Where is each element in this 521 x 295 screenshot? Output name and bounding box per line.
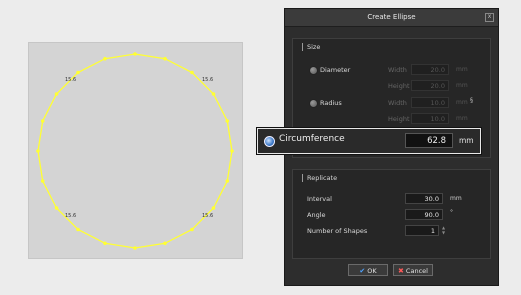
radius-height-label: Height	[388, 115, 410, 123]
vertex-node[interactable]	[40, 179, 45, 183]
circumference-field[interactable]: 62.8	[405, 133, 453, 148]
radius-width-field[interactable]: 10.0	[411, 97, 449, 108]
angle-field[interactable]: 90.0	[405, 209, 443, 220]
radius-height-field[interactable]: 10.0	[411, 113, 449, 124]
dimension-label-top-left: 15.6	[65, 77, 77, 83]
vertex-node[interactable]	[36, 149, 40, 153]
diameter-height-field[interactable]: 20.0	[411, 80, 449, 91]
vertex-node[interactable]	[54, 206, 59, 210]
dimension-label-bottom-right: 15.6	[202, 213, 214, 219]
diameter-width-unit: mm	[456, 66, 468, 73]
dialog-title: Create Ellipse	[367, 13, 416, 21]
vertex-node[interactable]	[225, 119, 230, 123]
diameter-label: Diameter	[320, 66, 351, 74]
vertex-node[interactable]	[40, 119, 45, 123]
cancel-button[interactable]: ✖ Cancel	[393, 264, 433, 276]
diameter-height-unit: mm	[456, 82, 468, 89]
radius-height-unit: mm	[456, 115, 468, 122]
cancel-button-label: Cancel	[405, 267, 428, 275]
circumference-label: Circumference	[279, 134, 345, 144]
vertex-node[interactable]	[103, 241, 107, 246]
diameter-height-label: Height	[388, 82, 410, 90]
vertex-node[interactable]	[225, 179, 230, 183]
replicate-group: Replicate Interval 30.0 mm Angle 90.0 ° …	[292, 169, 491, 259]
dialog-titlebar: Create Ellipse x	[285, 9, 498, 27]
number-of-shapes-stepper[interactable]: ▲ ▼	[441, 225, 446, 236]
ok-button[interactable]: ✔ OK	[348, 264, 388, 276]
vertex-node[interactable]	[163, 241, 167, 246]
number-of-shapes-label: Number of Shapes	[307, 227, 368, 235]
interval-label: Interval	[307, 195, 332, 203]
vertex-node[interactable]	[190, 227, 194, 232]
vertex-node[interactable]	[76, 227, 80, 232]
circle-shape[interactable]	[29, 43, 242, 258]
radius-width-label: Width	[388, 99, 407, 107]
cancel-x-icon: ✖	[398, 267, 404, 275]
vertex-node[interactable]	[133, 52, 137, 56]
radius-width-unit: mm	[456, 99, 468, 106]
close-icon[interactable]: x	[485, 13, 494, 22]
diameter-width-label: Width	[388, 66, 407, 74]
replicate-group-title: Replicate	[302, 174, 337, 182]
circumference-unit: mm	[459, 136, 474, 145]
angle-unit: °	[450, 209, 453, 216]
radius-radio[interactable]	[309, 99, 318, 108]
vertex-node[interactable]	[133, 246, 137, 250]
vertex-node[interactable]	[230, 149, 234, 153]
vertex-node[interactable]	[211, 206, 216, 210]
vertex-node[interactable]	[103, 56, 107, 61]
radius-label: Radius	[320, 99, 342, 107]
dimension-label-bottom-left: 15.6	[65, 213, 77, 219]
ok-button-label: OK	[367, 267, 377, 275]
vertex-node[interactable]	[211, 92, 216, 96]
interval-unit: mm	[450, 195, 462, 202]
dimension-label-top-right: 15.6	[202, 77, 214, 83]
link-ratio-icon[interactable]: §	[469, 98, 474, 109]
circumference-callout: Circumference 62.8 mm	[257, 128, 481, 154]
vertex-node[interactable]	[76, 70, 80, 75]
size-group-title: Size	[302, 43, 320, 51]
diameter-width-field[interactable]: 20.0	[411, 64, 449, 75]
vertex-node[interactable]	[54, 92, 59, 96]
drawing-canvas[interactable]: 15.6 15.6 15.6 15.6	[28, 42, 243, 259]
vertex-node[interactable]	[190, 70, 194, 75]
angle-label: Angle	[307, 211, 326, 219]
circumference-radio[interactable]	[264, 136, 275, 147]
vertex-node[interactable]	[163, 56, 167, 61]
interval-field[interactable]: 30.0	[405, 193, 443, 204]
diameter-radio[interactable]	[309, 66, 318, 75]
checkmark-icon: ✔	[359, 267, 366, 275]
number-of-shapes-field[interactable]: 1	[405, 225, 439, 236]
